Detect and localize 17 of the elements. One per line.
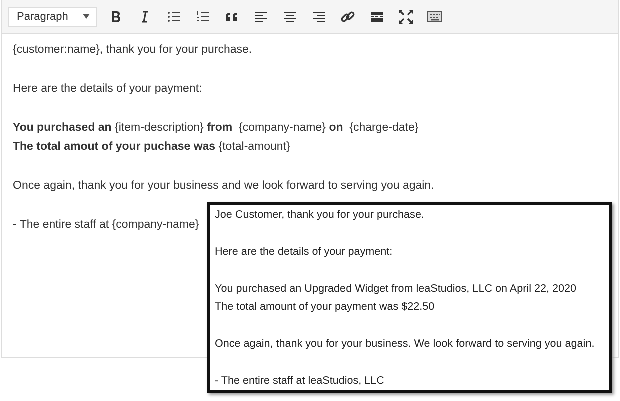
numbered-list-icon (194, 8, 210, 24)
preview-text: You purchased an Upgraded Widget from leaStudios, LLC on April 22, 2020 (215, 282, 577, 297)
keyboard-icon (426, 8, 442, 24)
caret-icon (83, 14, 90, 19)
preview-text: - The entire staff at leaStudios, LLC (215, 374, 384, 389)
format-dropdown[interactable]: Paragraph (8, 6, 97, 26)
editor-text: You purchased an {item-description} from {company-name} on {charge-date} (13, 121, 419, 136)
fullscreen-icon (398, 8, 414, 24)
preview-text: The total amount of your payment was $22.50 (215, 300, 435, 315)
preview-text: Once again, thank you for your business. We look forward to serving you again. (215, 337, 595, 352)
editor-text: The total amout of your puchase was {total-amount} (13, 140, 290, 155)
editor-text: Once again, thank you for your business and we look forward to serving you again. (13, 179, 434, 194)
preview-text: Joe Customer, thank you for your purchase. (215, 208, 424, 223)
editor-text: {customer:name}, thank you for your purchase. (13, 43, 252, 58)
editor-text: Here are the details of your payment: (13, 82, 202, 97)
preview-text: Here are the details of your payment: (215, 245, 393, 260)
editor-text: - The entire staff at {company-name} (13, 218, 200, 233)
